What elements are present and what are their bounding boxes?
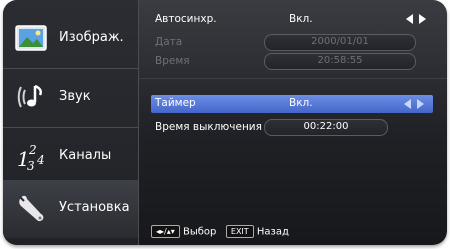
sidebar-item-label: Изображ. — [59, 30, 124, 45]
wrench-icon — [15, 192, 47, 224]
setting-label: Время выключения — [155, 121, 262, 133]
sidebar-divider — [138, 0, 139, 245]
sidebar-item-channels[interactable]: 1 2 3 4 Каналы — [3, 128, 138, 187]
setting-value: 2000/01/01 — [311, 36, 369, 47]
setting-off-time[interactable]: Время выключения 00:22:00 — [151, 119, 436, 136]
music-note-icon — [15, 81, 47, 113]
left-right-arrows-icon — [404, 99, 424, 109]
setting-date: Дата 2000/01/01 — [151, 34, 436, 51]
sidebar-item-sound[interactable]: Звук — [3, 69, 138, 128]
setting-timer[interactable]: Таймер Вкл. — [151, 95, 433, 113]
left-right-arrows-icon — [406, 14, 426, 24]
setting-label: Автосинхр. — [155, 13, 217, 25]
setting-label: Время — [155, 55, 190, 67]
setting-value: 00:22:00 — [303, 121, 349, 132]
exit-key: EXIT — [225, 225, 254, 238]
channels-icon: 1 2 3 4 — [15, 140, 47, 173]
separator — [139, 78, 447, 79]
setting-value: Вкл. — [289, 97, 313, 109]
sidebar-item-label: Установка — [59, 200, 130, 215]
setting-label: Дата — [155, 36, 183, 48]
navigate-keys-icon: ◂▸/▴▾ — [151, 225, 180, 238]
sidebar-item-label: Каналы — [59, 148, 112, 163]
channels-digit-4: 4 — [36, 153, 45, 167]
tv-menu-screen: Изображ. Звук 1 2 3 4 Каналы Установка А… — [3, 0, 447, 245]
setting-value: 20:58:55 — [317, 55, 363, 66]
select-hint: Выбор — [182, 226, 217, 238]
sidebar-item-picture[interactable]: Изображ. — [3, 10, 138, 69]
back-hint: Назад — [256, 226, 289, 238]
help-bar: ◂▸/▴▾ Выбор EXIT Назад — [151, 225, 289, 239]
sidebar-item-label: Звук — [59, 89, 91, 104]
sidebar: Изображ. Звук 1 2 3 4 Каналы Установка — [3, 0, 138, 245]
channels-digit-3: 3 — [27, 159, 35, 172]
sidebar-item-setup[interactable]: Установка — [3, 180, 138, 238]
setting-time: Время 20:58:55 — [151, 53, 436, 70]
time-field: 20:58:55 — [264, 53, 416, 70]
setting-label: Таймер — [155, 97, 196, 109]
setting-autosync[interactable]: Автосинхр. Вкл. — [151, 12, 436, 28]
off-time-field[interactable]: 00:22:00 — [264, 119, 388, 136]
picture-icon — [15, 22, 47, 54]
channels-digit-2: 2 — [28, 143, 37, 157]
setting-value: Вкл. — [289, 13, 313, 25]
date-field: 2000/01/01 — [264, 34, 416, 51]
